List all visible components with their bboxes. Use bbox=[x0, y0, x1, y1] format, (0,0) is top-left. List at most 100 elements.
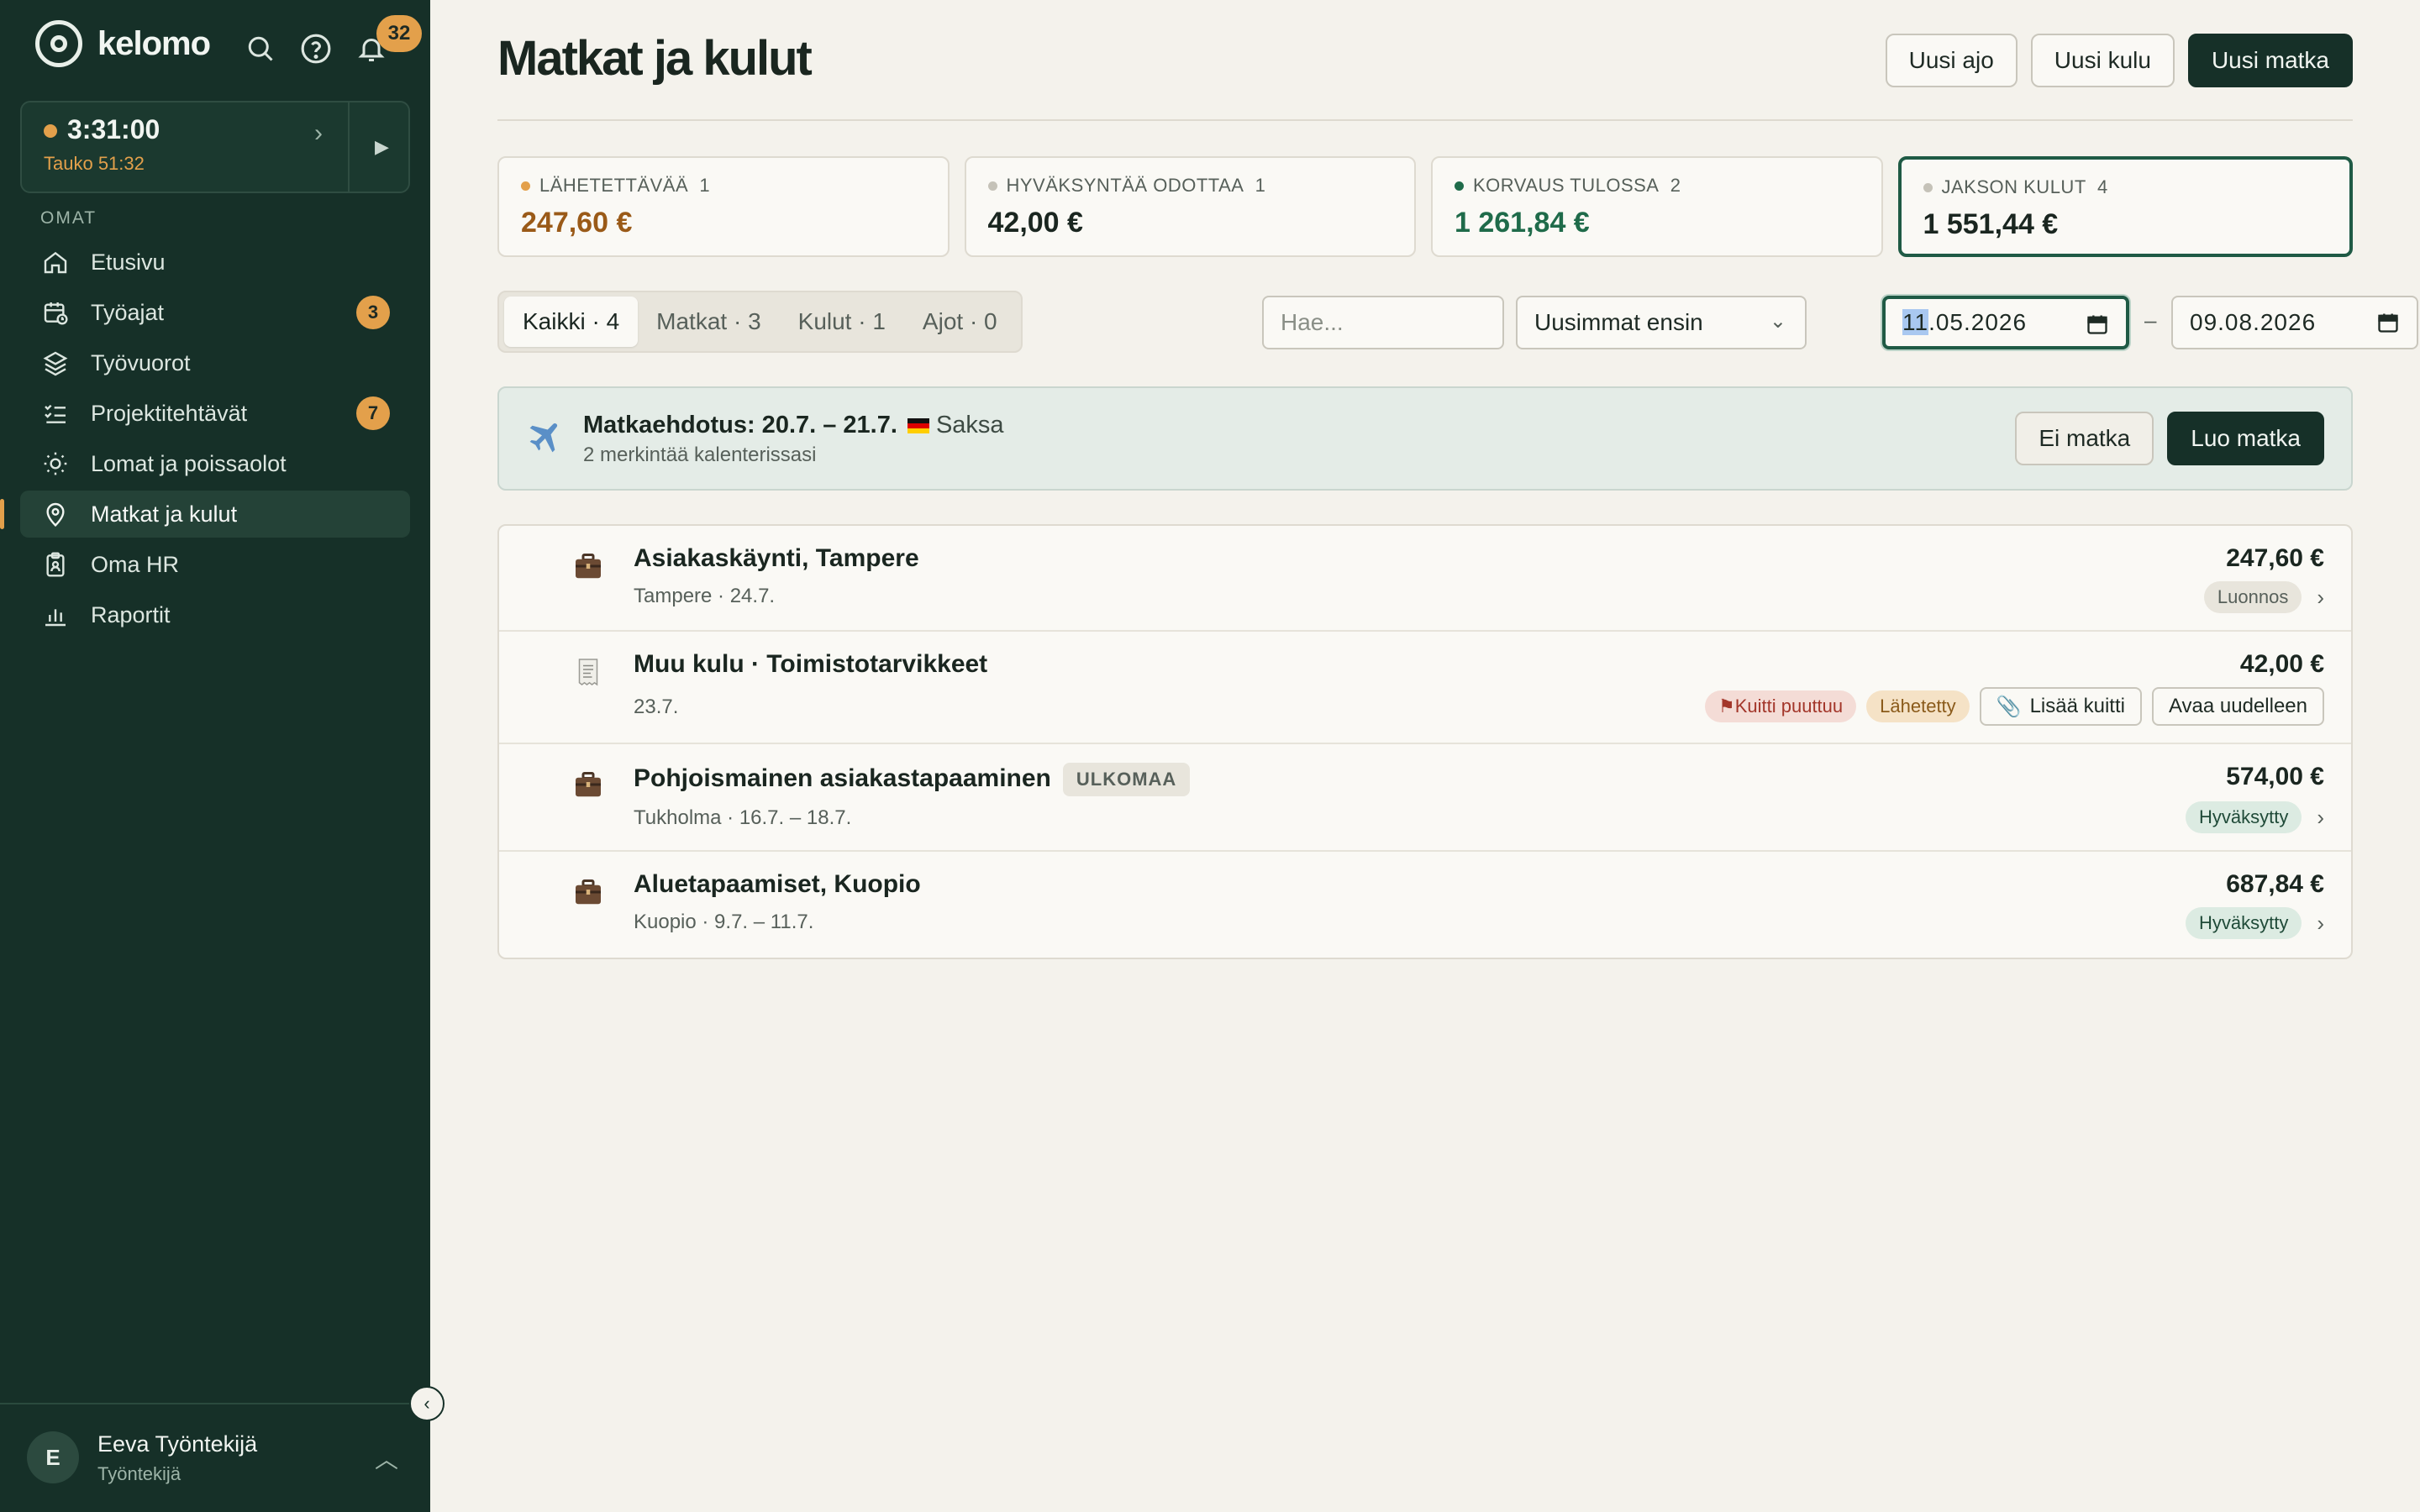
row-actions: ⚑ Kuitti puuttuu Lähetetty 📎 Lisää kuitti … bbox=[1704, 687, 2324, 726]
new-trip-button[interactable]: Uusi matka bbox=[2187, 34, 2353, 87]
tab-all[interactable]: Kaikki · 4 bbox=[504, 297, 639, 347]
chevron-right-icon: › bbox=[314, 119, 323, 147]
row-subtitle: Tampere · 24.7. bbox=[634, 585, 776, 607]
sidebar-item-label: Työajat bbox=[91, 299, 165, 325]
add-receipt-button[interactable]: 📎 Lisää kuitti bbox=[1979, 687, 2142, 726]
kpi-dot bbox=[1923, 183, 1933, 192]
chevron-up-icon: ︿ bbox=[375, 1446, 399, 1473]
sidebar-item-lomat[interactable]: Lomat ja poissaolot bbox=[20, 440, 410, 487]
chevron-right-icon: › bbox=[2317, 910, 2324, 936]
new-drive-button[interactable]: Uusi ajo bbox=[1885, 34, 2018, 87]
sidebar-item-label: Lomat ja poissaolot bbox=[91, 450, 287, 476]
not-a-trip-button[interactable]: Ei matka bbox=[2015, 412, 2154, 465]
suggestion-title: Matkaehdotus: 20.7. – 21.7. Saksa bbox=[583, 412, 1004, 438]
sidebar-item-oma-hr[interactable]: Oma HR bbox=[20, 541, 410, 588]
tab-drives[interactable]: Ajot · 0 bbox=[904, 297, 1016, 347]
entries-list: Asiakaskäynti, Tampere Tampere · 24.7. 2… bbox=[497, 524, 2353, 959]
calendar-icon[interactable] bbox=[2376, 311, 2400, 340]
kpi-card-to-send[interactable]: LÄHETETTÄVÄÄ 1 247,60 € bbox=[497, 156, 950, 257]
collapse-sidebar-button[interactable]: ‹ bbox=[409, 1386, 445, 1421]
count-badge: 7 bbox=[356, 396, 390, 430]
row-status: Hyväksytty › bbox=[2185, 801, 2324, 833]
calendar-icon[interactable] bbox=[2086, 312, 2109, 342]
flag-icon: ⚑ bbox=[1718, 696, 1735, 717]
row-title: Pohjoismainen asiakastapaaminen ULKOMAA bbox=[634, 763, 1191, 796]
status-badge: Lähetetty bbox=[1866, 690, 1970, 722]
tab-trips[interactable]: Matkat · 3 bbox=[638, 297, 779, 347]
row-title: Muu kulu · Toimistotarvikkeet bbox=[634, 650, 988, 678]
timer-time: 3:31:00 bbox=[67, 114, 160, 144]
row-title: Aluetapaamiset, Kuopio bbox=[634, 870, 921, 898]
kpi-card-reimbursement-coming[interactable]: KORVAUS TULOSSA 2 1 261,84 € bbox=[1431, 156, 1883, 257]
sidebar-item-label: Työvuorot bbox=[91, 349, 191, 375]
row-amount: 247,60 € bbox=[2226, 544, 2324, 572]
timer-pause: Tauko 51:32 bbox=[44, 153, 145, 174]
kpi-label: KORVAUS TULOSSA 2 bbox=[1473, 175, 1681, 196]
kpi-label: JAKSON KULUT 4 bbox=[1941, 176, 2108, 197]
divider bbox=[497, 119, 2353, 121]
date-separator: – bbox=[2144, 307, 2157, 333]
sidebar-item-label: Oma HR bbox=[91, 551, 180, 577]
search-input[interactable] bbox=[1262, 296, 1504, 349]
chevron-down-icon: ⌄ bbox=[1769, 310, 1786, 333]
status-badge: Hyväksytty bbox=[2185, 801, 2302, 833]
clipboard-icon bbox=[40, 549, 71, 580]
new-expense-button[interactable]: Uusi kulu bbox=[2030, 34, 2175, 87]
kpi-dot bbox=[987, 181, 997, 191]
sidebar-item-tyoajat[interactable]: Työajat 3 bbox=[20, 289, 410, 336]
abroad-tag: ULKOMAA bbox=[1062, 763, 1191, 796]
sidebar-item-label: Matkat ja kulut bbox=[91, 501, 238, 527]
date-to-input[interactable]: 09.08.2026 bbox=[2171, 296, 2418, 349]
user-menu[interactable]: E Eeva Työntekijä Työntekijä ︿ bbox=[0, 1403, 430, 1512]
list-item[interactable]: Aluetapaamiset, Kuopio Kuopio · 9.7. – 1… bbox=[499, 852, 2351, 958]
count-badge: 3 bbox=[356, 296, 390, 329]
kpi-card-period-expenses[interactable]: JAKSON KULUT 4 1 551,44 € bbox=[1897, 156, 2353, 257]
sidebar-item-label: Raportit bbox=[91, 601, 171, 627]
sidebar-item-projektitehtavat[interactable]: Projektitehtävät 7 bbox=[20, 390, 410, 437]
chevron-right-icon: › bbox=[2317, 584, 2324, 610]
list-item[interactable]: Muu kulu · Toimistotarvikkeet 23.7. 42,0… bbox=[499, 632, 2351, 744]
bell-icon[interactable]: 32 bbox=[355, 15, 422, 66]
header-actions: Uusi ajo Uusi kulu Uusi matka bbox=[1885, 34, 2353, 87]
row-amount: 42,00 € bbox=[2239, 650, 2324, 678]
tab-expenses[interactable]: Kulut · 1 bbox=[780, 297, 904, 347]
sort-value: Uusimmat ensin bbox=[1534, 309, 1703, 335]
sidebar-item-tyovuorot[interactable]: Työvuorot bbox=[20, 339, 410, 386]
kpi-value: 247,60 € bbox=[521, 207, 633, 239]
row-subtitle: Tukholma · 16.7. – 18.7. bbox=[634, 806, 852, 829]
row-amount: 574,00 € bbox=[2226, 763, 2324, 790]
bar-chart-icon bbox=[40, 600, 71, 630]
airplane-icon bbox=[523, 420, 561, 463]
timer-open[interactable]: 3:31:00 Tauko 51:32 › bbox=[22, 102, 350, 192]
sidebar-item-raportit[interactable]: Raportit bbox=[20, 591, 410, 638]
page-title: Matkat ja kulut bbox=[497, 31, 813, 86]
logo-icon bbox=[35, 20, 82, 67]
sidebar-item-etusivu[interactable]: Etusivu bbox=[20, 239, 410, 286]
row-subtitle: Kuopio · 9.7. – 11.7. bbox=[634, 911, 814, 933]
kpi-card-awaiting-approval[interactable]: HYVÄKSYNTÄÄ ODOTTAA 1 42,00 € bbox=[964, 156, 1416, 257]
missing-receipt-badge: ⚑ Kuitti puuttuu bbox=[1704, 690, 1857, 722]
timer-widget: 3:31:00 Tauko 51:32 › ▶ bbox=[20, 101, 410, 193]
row-title: Asiakaskäynti, Tampere bbox=[634, 544, 919, 572]
list-item[interactable]: Asiakaskäynti, Tampere Tampere · 24.7. 2… bbox=[499, 526, 2351, 632]
reopen-button[interactable]: Avaa uudelleen bbox=[2151, 687, 2324, 726]
sort-select[interactable]: Uusimmat ensin ⌄ bbox=[1516, 296, 1807, 349]
suggestion-actions: Ei matka Luo matka bbox=[2015, 412, 2324, 465]
date-from-input[interactable]: 11.05.2026 bbox=[1882, 296, 2129, 349]
map-pin-icon bbox=[40, 499, 71, 529]
create-trip-button[interactable]: Luo matka bbox=[2167, 412, 2324, 465]
status-badge: Hyväksytty bbox=[2185, 907, 2302, 939]
row-amount: 687,84 € bbox=[2226, 870, 2324, 898]
brand[interactable]: kelomo bbox=[35, 20, 211, 67]
section-label: OMAT bbox=[40, 208, 97, 228]
type-tabs: Kaikki · 4 Matkat · 3 Kulut · 1 Ajot · 0 bbox=[497, 291, 1023, 353]
play-icon[interactable]: ▶ bbox=[375, 136, 389, 158]
filter-bar: Kaikki · 4 Matkat · 3 Kulut · 1 Ajot · 0… bbox=[497, 291, 2418, 353]
trip-suggestion: Matkaehdotus: 20.7. – 21.7. Saksa 2 merki… bbox=[497, 386, 2353, 491]
receipt-icon bbox=[573, 657, 603, 687]
search-icon[interactable] bbox=[244, 32, 277, 66]
sidebar-item-matkat-ja-kulut[interactable]: Matkat ja kulut bbox=[0, 491, 410, 538]
suitcase-icon bbox=[573, 877, 603, 907]
help-icon[interactable] bbox=[299, 32, 333, 66]
list-item[interactable]: Pohjoismainen asiakastapaaminen ULKOMAA T… bbox=[499, 744, 2351, 852]
